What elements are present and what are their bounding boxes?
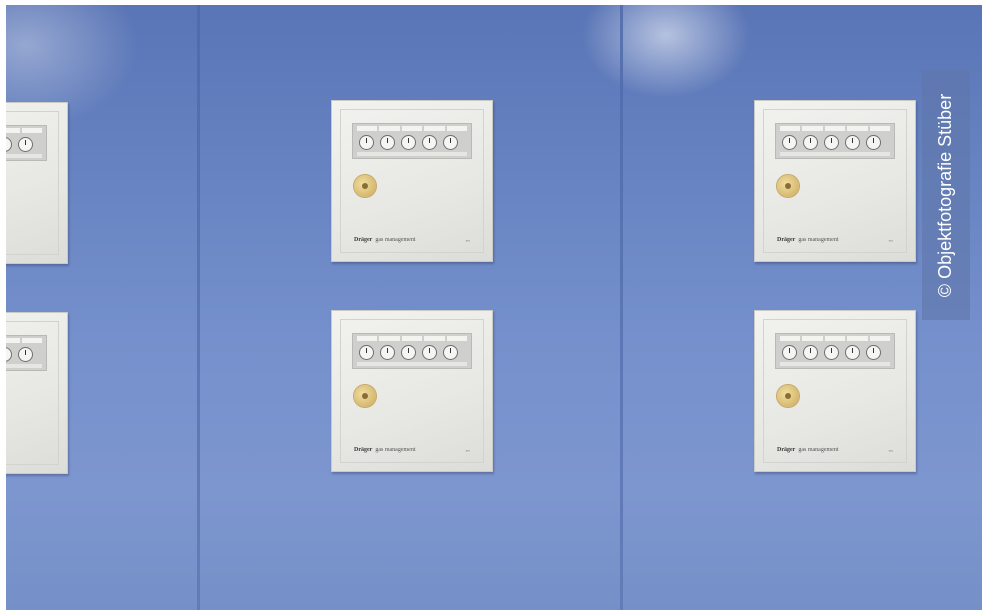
pressure-gauge-icon [443, 345, 458, 360]
gas-panel-right-bottom: Dräger gas management ▪▪▪ [754, 310, 916, 472]
gas-panel-center-bottom: Dräger gas management ▪▪▪ [331, 310, 493, 472]
pressure-gauge-icon [782, 135, 797, 150]
gauge-strip [352, 123, 472, 159]
pressure-gauge-icon [401, 345, 416, 360]
brand-label: Dräger gas management [354, 447, 416, 453]
model-tag: ▪▪▪ [888, 448, 893, 453]
key-lock-icon [354, 175, 376, 197]
gauge-strip [6, 125, 47, 161]
pressure-gauge-icon [845, 135, 860, 150]
pressure-gauge-icon [6, 347, 12, 362]
pressure-gauge-icon [824, 345, 839, 360]
photo: Dräger gas management ▪▪▪ Dräger gas manag… [6, 5, 982, 610]
pressure-gauge-icon [422, 135, 437, 150]
pressure-gauge-icon [380, 135, 395, 150]
pressure-gauge-icon [359, 345, 374, 360]
gauge-strip [352, 333, 472, 369]
pressure-gauge-icon [359, 135, 374, 150]
pressure-gauge-icon [866, 345, 881, 360]
pressure-gauge-icon [401, 135, 416, 150]
gas-panel-center-top: Dräger gas management ▪▪▪ [331, 100, 493, 262]
pressure-gauge-icon [6, 137, 12, 152]
gas-panel-left-top [6, 102, 68, 264]
key-lock-icon [354, 385, 376, 407]
pressure-gauge-icon [824, 135, 839, 150]
pressure-gauge-icon [803, 345, 818, 360]
pressure-gauge-icon [866, 135, 881, 150]
gauge-strip [775, 123, 895, 159]
brand-label: Dräger gas management [777, 237, 839, 243]
brand-label: Dräger gas management [354, 237, 416, 243]
model-tag: ▪▪▪ [465, 238, 470, 243]
model-tag: ▪▪▪ [465, 448, 470, 453]
pressure-gauge-icon [380, 345, 395, 360]
model-tag: ▪▪▪ [888, 238, 893, 243]
gauge-strip [6, 335, 47, 371]
pressure-gauge-icon [782, 345, 797, 360]
pressure-gauge-icon [443, 135, 458, 150]
copyright-text: © Objektfotografie Stüber [935, 93, 956, 297]
pressure-gauge-icon [18, 347, 33, 362]
pressure-gauge-icon [422, 345, 437, 360]
gas-panel-left-bottom [6, 312, 68, 474]
wall-seam [197, 5, 200, 610]
copyright-watermark: © Objektfotografie Stüber [922, 70, 970, 320]
wall-seam [620, 5, 623, 610]
gas-panel-right-top: Dräger gas management ▪▪▪ [754, 100, 916, 262]
gauge-strip [775, 333, 895, 369]
brand-label: Dräger gas management [777, 447, 839, 453]
pressure-gauge-icon [845, 345, 860, 360]
key-lock-icon [777, 385, 799, 407]
pressure-gauge-icon [803, 135, 818, 150]
key-lock-icon [777, 175, 799, 197]
pressure-gauge-icon [18, 137, 33, 152]
